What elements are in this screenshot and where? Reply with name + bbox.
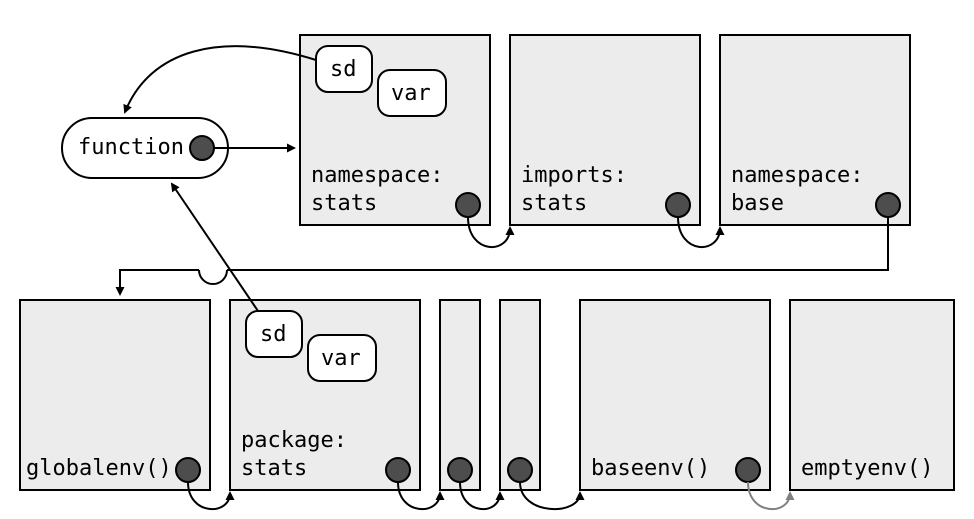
- inner-var-top: var: [391, 81, 431, 106]
- environment-diagram: namespace: stats sd var imports: stats n…: [0, 0, 974, 519]
- label-baseenv: baseenv(): [591, 456, 710, 481]
- box-globalenv: globalenv(): [20, 300, 210, 490]
- dot-globalenv: [176, 458, 200, 482]
- box-imports-stats: imports: stats: [510, 35, 700, 225]
- inner-sd-bottom: sd: [260, 322, 287, 347]
- label-package-stats-2: stats: [241, 456, 307, 481]
- dot-package-stats: [386, 458, 410, 482]
- label-namespace-base-2: base: [731, 191, 784, 216]
- box-emptyenv: emptyenv(): [790, 300, 954, 490]
- label-emptyenv: emptyenv(): [801, 456, 933, 481]
- box-ellipsis-2: [500, 300, 540, 490]
- dot-imports-stats: [666, 193, 690, 217]
- dot-namespace-base: [876, 193, 900, 217]
- label-function: function: [78, 135, 184, 160]
- inner-var-bottom: var: [321, 346, 361, 371]
- box-ellipsis-1: [440, 300, 480, 490]
- arrow-nsbase-to-globalenv: [120, 217, 888, 294]
- box-namespace-base: namespace: base: [720, 35, 910, 225]
- label-package-stats-1: package:: [241, 428, 347, 453]
- dot-ellipsis-1: [448, 458, 472, 482]
- label-imports-stats-2: stats: [521, 191, 587, 216]
- arrow-sd-to-function: [125, 46, 316, 112]
- arrow-pkgsd-to-function: [172, 184, 258, 311]
- dot-baseenv: [736, 458, 760, 482]
- box-namespace-stats: namespace: stats sd var: [300, 35, 490, 225]
- inner-sd-top: sd: [330, 57, 357, 82]
- box-package-stats: package: stats sd var: [230, 300, 420, 490]
- label-namespace-stats-2: stats: [311, 191, 377, 216]
- dot-function: [190, 136, 214, 160]
- dot-namespace-stats: [456, 193, 480, 217]
- dot-ellipsis-2: [508, 458, 532, 482]
- label-namespace-stats-1: namespace:: [311, 163, 443, 188]
- function-capsule: function: [62, 118, 228, 178]
- box-baseenv: baseenv(): [580, 300, 770, 490]
- label-namespace-base-1: namespace:: [731, 163, 863, 188]
- label-globalenv: globalenv(): [26, 456, 172, 481]
- label-imports-stats-1: imports:: [521, 163, 627, 188]
